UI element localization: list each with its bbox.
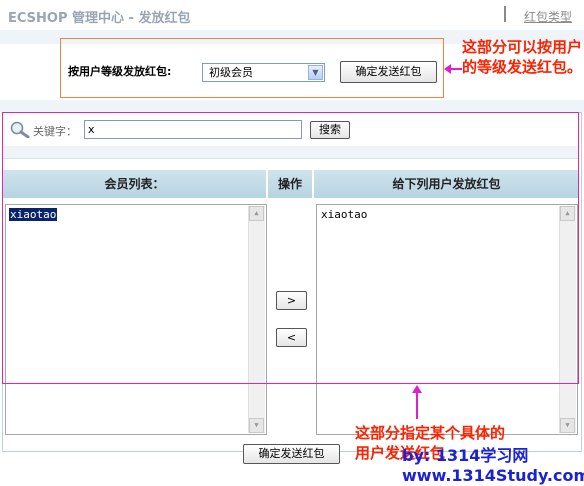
watermark-line2: www.1314Study.com [402,466,584,485]
callout-arrow-icon [444,64,462,74]
page-title: ECSHOP 管理中心 - 发放红包 [8,11,191,26]
chevron-down-icon[interactable]: ▼ [308,65,323,80]
callout-arrow-icon [412,385,422,419]
user-section-highlight [2,112,579,384]
send-to-users-button[interactable]: 确定发送红包 [243,444,340,464]
bonus-type-link[interactable]: 红包类型 [524,8,572,25]
rank-label: 按用户等级发放红包: [68,65,172,78]
page-header: ECSHOP 管理中心 - 发放红包 红包类型 [0,0,584,30]
rank-select[interactable]: 初级会员 ▼ [202,63,325,82]
scroll-down-icon[interactable]: ▼ [560,418,575,433]
watermark-line1: by: 1314学习网 [402,446,529,465]
send-by-rank-button[interactable]: 确定发送红包 [340,61,437,83]
scroll-down-icon[interactable]: ▼ [249,418,264,433]
watermark: by: 1314学习网 www.1314Study.com [402,446,584,486]
rank-select-value: 初级会员 [209,66,253,79]
header-separator [504,6,506,22]
panel-divider [0,100,584,112]
callout-rank: 这部分可以按用户的等级发送红包。 [462,38,583,76]
